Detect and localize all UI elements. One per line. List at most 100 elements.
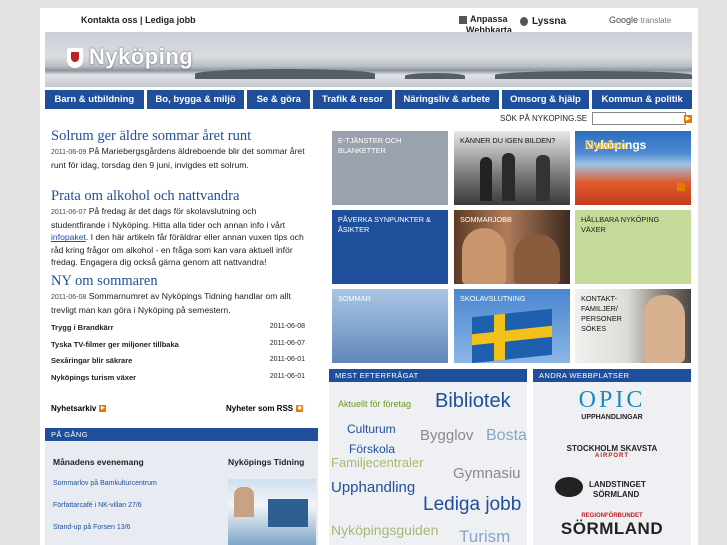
newspaper-cover-image[interactable] xyxy=(228,479,316,545)
top-links: Kontakta oss | Lediga jobb xyxy=(81,15,196,25)
tag-link[interactable]: Lediga jobb xyxy=(423,494,521,516)
photo-face xyxy=(514,234,560,284)
short-news-date: 2011-06-01 xyxy=(269,356,305,363)
tag-link[interactable]: Förskola xyxy=(349,442,395,456)
news-title[interactable]: Prata om alkohol och nattvandra xyxy=(51,188,309,205)
short-news-item[interactable]: Sexåringar blir säkrare 2011-06-01 xyxy=(51,356,305,365)
short-news-title: Tyska TV-filmer ger miljoner tillbaka xyxy=(51,340,179,349)
search-input[interactable] xyxy=(592,112,686,125)
news-text: 2011-06-08 Sommarnumret av Nyköpings Tid… xyxy=(51,290,309,316)
page: Kontakta oss | Lediga jobb Anpassa Webbk… xyxy=(40,8,698,545)
opic-logo-sub: UPPHANDLINGAR xyxy=(581,414,643,421)
landsting-logo-text: SÖRMLAND xyxy=(593,490,640,499)
listen-label: Lyssna xyxy=(532,16,567,27)
flag-cross-horizontal xyxy=(472,325,552,346)
tile-contact-families[interactable]: KONTAKT- FAMILJER/ PERSONER SÖKES xyxy=(575,289,691,363)
tag-link[interactable]: Aktuellt för företag xyxy=(338,399,411,409)
news-date: 2011-06-08 xyxy=(51,294,87,301)
infopaket-link[interactable]: infopaket xyxy=(51,232,86,242)
event-link[interactable]: Stand-up på Forsen 13/6 xyxy=(53,524,130,531)
tag-link[interactable]: Bosta xyxy=(486,427,527,445)
archive-link[interactable]: Nyhetsarkiv ▶ xyxy=(51,404,107,413)
rss-link[interactable]: Nyheter som RSS ◉ xyxy=(226,404,304,413)
news-title[interactable]: Solrum ger äldre sommar året runt xyxy=(51,128,309,145)
tile-label: SKOLAVSLUTNING xyxy=(460,294,526,303)
tile-sustainable[interactable]: HÅLLBARA NYKÖPING VÄXER xyxy=(575,210,691,284)
most-wanted-panel: MEST EFTERFRÅGAT Aktuellt för företag Bi… xyxy=(329,369,527,545)
short-news-date: 2011-06-01 xyxy=(269,373,305,380)
nav-item[interactable]: Se & göra xyxy=(247,90,311,109)
tag-link[interactable]: Turism xyxy=(459,527,510,545)
arrow-icon xyxy=(677,183,685,191)
short-news-title: Trygg i Brandkärr xyxy=(51,323,114,332)
short-news-item[interactable]: Trygg i Brandkärr 2011-06-08 xyxy=(51,323,305,332)
landsting-logo-text: LANDSTINGET xyxy=(589,480,646,489)
tag-link[interactable]: Upphandling xyxy=(331,479,415,496)
opic-logo[interactable]: OPIC UPPHANDLINGAR xyxy=(533,387,691,421)
tag-link[interactable]: Gymnasiu xyxy=(453,465,521,482)
tile-summer[interactable]: SOMMAR xyxy=(332,289,448,363)
region-logo[interactable]: REGIONFÖRBUNDET SÖRMLAND xyxy=(533,513,691,539)
tile-label: E-TJÄNSTER OCH BLANKETTER xyxy=(338,136,402,155)
banner: Nyköping xyxy=(45,32,692,87)
adapt-label: Anpassa xyxy=(470,14,508,24)
skavsta-logo[interactable]: STOCKHOLM SKAVSTA AIRPORT xyxy=(533,444,691,459)
tag-link[interactable]: Familjecentraler xyxy=(331,455,423,470)
tile-graduation[interactable]: SKOLAVSLUTNING xyxy=(454,289,570,363)
landsting-logo[interactable]: LANDSTINGET SÖRMLAND xyxy=(589,480,646,500)
news-body: . I den här artikeln får föräldrar eller… xyxy=(51,232,304,267)
news-text: 2011-06-07 På fredag är det dags för sko… xyxy=(51,205,309,268)
site-logo[interactable]: Nyköping xyxy=(65,44,193,70)
news-item: Solrum ger äldre sommar året runt 2011-0… xyxy=(51,128,309,171)
news-title[interactable]: NY om sommaren xyxy=(51,273,309,290)
main-nav: Barn & utbildning Bo, bygga & miljö Se &… xyxy=(45,90,692,109)
photo-figure xyxy=(502,153,515,201)
jobs-link[interactable]: Lediga jobb xyxy=(145,15,196,25)
top-links-separator: | xyxy=(140,15,143,25)
event-link[interactable]: Sommarlov på Bamkulturcentrum xyxy=(53,480,157,487)
listen-button[interactable]: Lyssna xyxy=(520,16,566,27)
news-date: 2011-06-09 xyxy=(51,149,87,156)
photo-figure xyxy=(536,155,550,201)
search-label: SÖK PÅ NYKOPING.SE xyxy=(500,114,588,123)
tag-link[interactable]: Bygglov xyxy=(420,427,473,444)
news-item: NY om sommaren 2011-06-08 Sommarnumret a… xyxy=(51,273,309,316)
short-news-item[interactable]: Tyska TV-filmer ger miljoner tillbaka 201… xyxy=(51,340,305,349)
newspaper-photo-water xyxy=(268,499,308,527)
tag-link[interactable]: Bibliotek xyxy=(435,390,511,413)
banner-shoreline xyxy=(195,69,375,79)
tile-label: KÄNNER DU IGEN BILDEN? xyxy=(460,136,556,145)
speaker-icon xyxy=(520,16,528,26)
nav-item[interactable]: Barn & utbildning xyxy=(45,90,144,109)
nav-item[interactable]: Trafik & resor xyxy=(313,90,392,109)
nav-item[interactable]: Bo, bygga & miljö xyxy=(146,90,245,109)
search-button[interactable]: ▶ xyxy=(684,115,692,123)
arrow-icon: ▶ xyxy=(99,405,107,413)
translate-label: translate xyxy=(640,16,672,25)
event-link[interactable]: Författarcafé i NK-villan 27/6 xyxy=(53,502,142,509)
tag-link[interactable]: Culturum xyxy=(347,422,396,436)
other-sites-panel: ANDRA WEBBPLATSER OPIC UPPHANDLINGAR STO… xyxy=(533,369,691,545)
tile-summer-job[interactable]: SOMMARJOBB xyxy=(454,210,570,284)
landsting-crown-icon xyxy=(555,477,583,497)
tile-recognize-image[interactable]: KÄNNER DU IGEN BILDEN? xyxy=(454,131,570,205)
skavsta-logo-sub: AIRPORT xyxy=(595,453,629,459)
adapt-tool[interactable]: Anpassa xyxy=(459,14,508,24)
rss-icon: ◉ xyxy=(296,405,304,413)
tile-e-services[interactable]: E-TJÄNSTER OCH BLANKETTER xyxy=(332,131,448,205)
photo-figure xyxy=(480,157,492,201)
nav-item[interactable]: Kommun & politik xyxy=(592,90,692,109)
news-text: 2011-06-09 På Mariebergsgårdens äldreboe… xyxy=(51,145,309,171)
short-news-item[interactable]: Nyköpings turism växer 2011-06-01 xyxy=(51,373,305,382)
tile-influence[interactable]: PÅVERKA SYNPUNKTER & ÅSIKTER xyxy=(332,210,448,284)
most-wanted-bar: MEST EFTERFRÅGAT xyxy=(329,369,527,382)
nav-item[interactable]: Omsorg & hjälp xyxy=(501,90,590,109)
opic-logo-text: OPIC xyxy=(578,387,646,413)
tag-link[interactable]: Nyköpingsguiden xyxy=(331,522,438,538)
contact-link[interactable]: Kontakta oss xyxy=(81,15,138,25)
tile-label: SOMMARJOBB xyxy=(460,215,512,224)
tile-label: KONTAKT- FAMILJER/ PERSONER SÖKES xyxy=(581,294,622,333)
nav-item[interactable]: Näringsliv & arbete xyxy=(394,90,499,109)
tile-nykopingsguiden[interactable]: Nyköpings Guiden xyxy=(575,131,691,205)
google-translate[interactable]: Google translate xyxy=(609,15,671,25)
